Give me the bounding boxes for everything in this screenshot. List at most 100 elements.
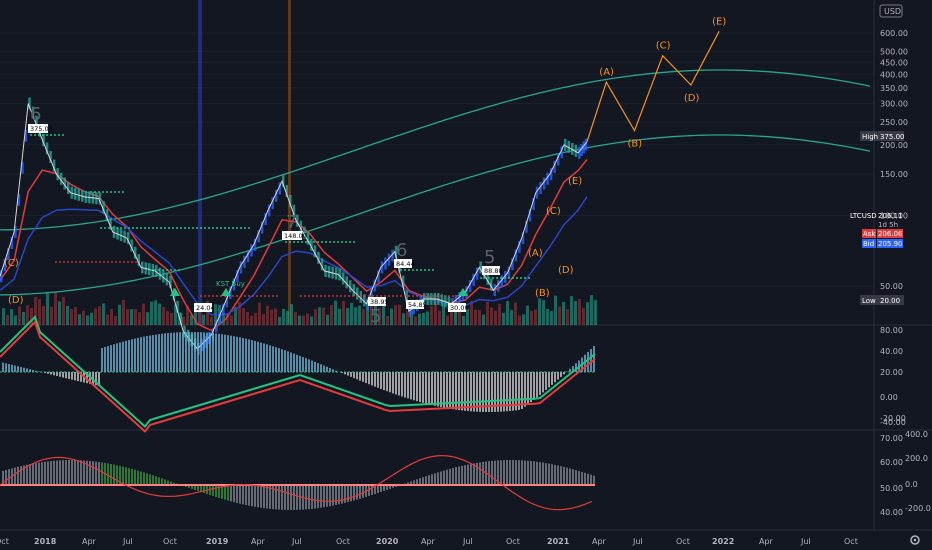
osc1-bar xyxy=(62,372,64,378)
osc1-bar xyxy=(20,366,22,372)
volume-bar xyxy=(2,308,5,325)
osc1-bar xyxy=(320,364,322,372)
osc2-bar xyxy=(224,485,226,500)
osc2-bar xyxy=(236,485,238,503)
osc2-bar xyxy=(230,485,232,502)
volume-bar xyxy=(542,300,545,325)
osc1-tick: 20.00 xyxy=(880,368,903,377)
osc1-bar xyxy=(305,358,307,372)
volume-bar xyxy=(150,301,153,325)
osc1-bar xyxy=(377,372,379,388)
price-axis[interactable]: 600.00 500.00450.00 400.00 350.00 300.00 250.… xyxy=(880,29,908,291)
osc1-tick: 0.00 xyxy=(880,393,898,402)
osc1-bar xyxy=(407,372,409,399)
osc2-bar xyxy=(548,463,550,485)
time-tick-label: Oct xyxy=(676,537,690,546)
osc1-bar xyxy=(209,332,211,372)
osc1-bar xyxy=(281,349,283,372)
osc2-bar xyxy=(518,460,520,485)
osc2-bar xyxy=(371,485,373,496)
osc1-bar xyxy=(191,332,193,372)
osc2-bar xyxy=(122,466,124,485)
sine-upper xyxy=(0,69,871,231)
osc1-bar xyxy=(467,372,469,412)
projection-label: (A) xyxy=(599,67,614,78)
osc2-bar xyxy=(146,473,148,485)
osc1-bar xyxy=(143,336,145,372)
osc2-bar xyxy=(92,461,94,485)
osc1-bar xyxy=(326,366,328,372)
osc1-bar xyxy=(416,372,418,402)
osc1-bar xyxy=(224,334,226,372)
osc1-bar xyxy=(308,359,310,372)
osc2-bar xyxy=(317,485,319,509)
osc2-bar xyxy=(212,485,214,497)
osc2-bar xyxy=(134,469,136,485)
volume-bar xyxy=(446,315,449,325)
volume-bar xyxy=(130,309,133,325)
time-axis[interactable]: Oct 2018 Apr Jul Oct 2019 Apr Jul Oct 2020 Apr Jul O… xyxy=(0,537,858,546)
price-tag: 148.00 xyxy=(284,232,307,240)
osc1-bar xyxy=(398,372,400,396)
volume-bar xyxy=(134,308,137,325)
osc1-bar xyxy=(167,333,169,372)
osc2-bar xyxy=(536,461,538,485)
wave-label: (C) xyxy=(4,258,19,269)
osc2-bar xyxy=(461,465,463,485)
volume-bar xyxy=(278,316,281,325)
volume-bar xyxy=(326,314,329,325)
osc2-bar xyxy=(128,468,130,485)
osc2-bar xyxy=(584,472,586,485)
projection-label: (E) xyxy=(712,16,726,27)
time-tick-label: Oct xyxy=(0,537,9,546)
osc1-bar xyxy=(185,332,187,372)
wave-label: (C) xyxy=(546,206,561,217)
osc1-bar xyxy=(71,372,73,380)
osc2-bar xyxy=(560,466,562,485)
osc1-bar xyxy=(287,351,289,372)
time-tick-label: Jul xyxy=(800,537,811,546)
osc1-bar xyxy=(440,372,442,408)
volume-bar xyxy=(494,310,497,325)
volume-bar xyxy=(62,296,65,325)
volume-bar xyxy=(118,304,121,325)
osc1-bar xyxy=(347,372,349,376)
osc2-bar xyxy=(239,485,241,504)
osc2-bar xyxy=(434,473,436,485)
volume-bar xyxy=(138,312,141,325)
time-tick-label: Jul xyxy=(632,537,643,546)
wave-label: (D) xyxy=(8,295,24,306)
osc1-bar xyxy=(356,372,358,380)
osc2-bar xyxy=(587,473,589,485)
osc2-bar xyxy=(56,460,58,485)
price-tag: 84.44 xyxy=(396,260,415,268)
osc2-bar xyxy=(143,472,145,485)
osc2-bar xyxy=(116,465,118,485)
time-tick-label: Jul xyxy=(122,537,133,546)
osc1-bar xyxy=(422,372,424,403)
price-tick-label: 300.00 xyxy=(880,100,908,109)
osc2-bar xyxy=(20,466,22,485)
osc1-bar xyxy=(125,340,127,372)
osc1-bar xyxy=(425,372,427,404)
osc1-bar xyxy=(431,372,433,406)
volume-bar xyxy=(42,305,45,325)
osc2-bar xyxy=(26,464,28,485)
osc1-bar xyxy=(197,332,199,372)
volume-bar xyxy=(470,300,473,325)
osc2-bar xyxy=(515,460,517,485)
osc2-bar xyxy=(35,463,37,485)
osc1-bar xyxy=(245,338,247,372)
osc1-bar xyxy=(173,332,175,372)
volume-bar xyxy=(510,310,513,325)
bid-value: 205.90 xyxy=(878,240,903,248)
oscillator-1: 80.0040.0020.000.00-20.00-40.00 xyxy=(0,315,906,433)
bid-box: Bid 205.90 xyxy=(862,239,903,248)
osc1-bar xyxy=(539,372,541,395)
osc2-bar xyxy=(572,469,574,485)
settings-icon[interactable] xyxy=(910,535,920,545)
projection-label: (D) xyxy=(684,93,700,104)
volume-bar xyxy=(170,313,173,325)
volume-bar xyxy=(434,302,437,325)
osc2-bar xyxy=(287,485,289,510)
